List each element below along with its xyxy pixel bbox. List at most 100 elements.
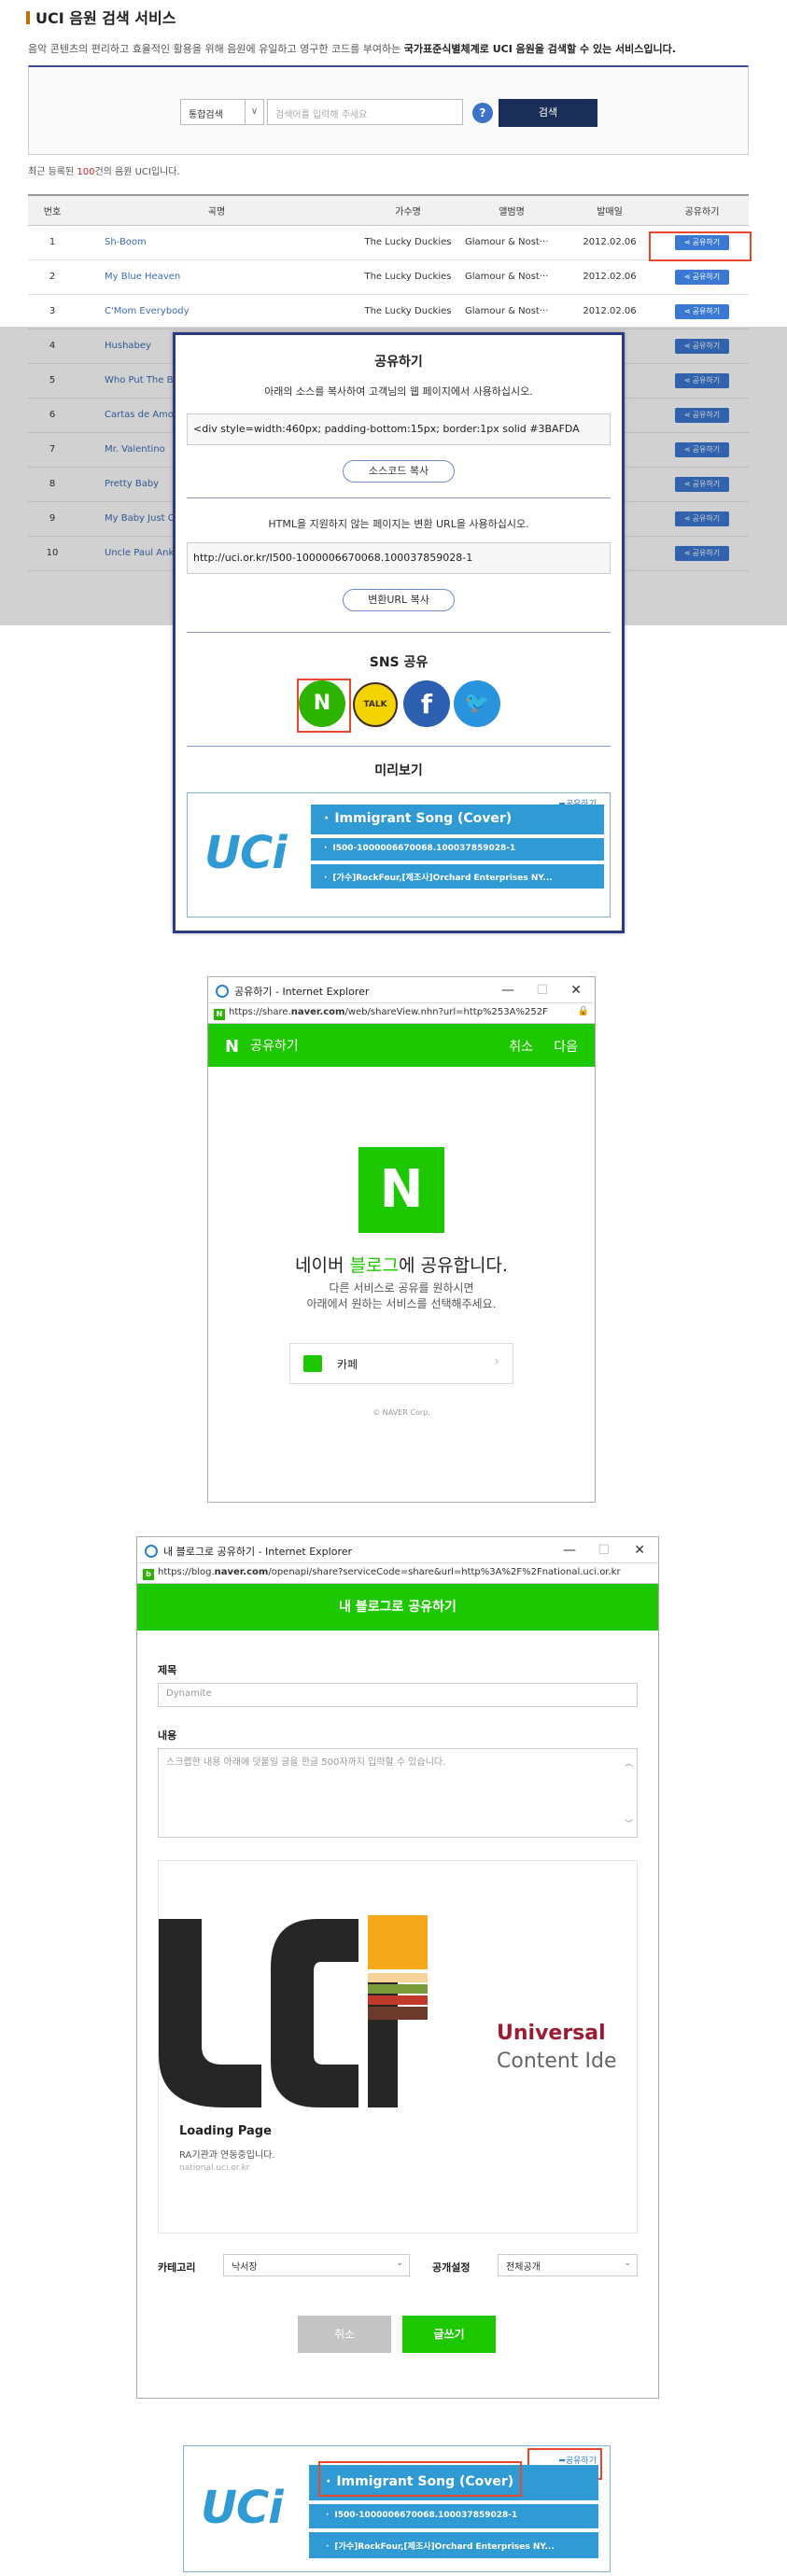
artist-name: The Lucky Duckies [357, 259, 459, 295]
share-popup: 공유하기 아래의 소스를 복사하여 고객님의 웹 페이지에서 사용하십시오. <… [173, 332, 625, 933]
release-date: 2012.02.06 [564, 225, 655, 260]
result-count: 최근 등록된 100건의 음원 UCI입니다. [28, 167, 180, 177]
share-button-highlight [649, 231, 752, 261]
window-titlebar: 공유하기 - Internet Explorer — ☐ ✕ [208, 977, 595, 1003]
artist-name: The Lucky Duckies [357, 294, 459, 329]
url-instruction: HTML을 지원하지 않는 페이지는 변환 URL을 사용하십시오. [268, 518, 529, 530]
search-type-select[interactable]: 통합검색 ∨ [180, 99, 264, 125]
minimize-icon[interactable]: — [501, 983, 514, 998]
copy-source-button[interactable]: 소스코드 복사 [343, 460, 455, 483]
sns-title: SNS 공유 [369, 655, 429, 670]
submit-post-button[interactable]: 글쓰기 [402, 2316, 496, 2353]
card-title: Loading Page [179, 2124, 272, 2138]
search-input[interactable]: 검색어를 입력해 주세요 [267, 99, 463, 125]
share-button[interactable]: ⋖ 공유하기 [675, 303, 729, 319]
maximize-icon[interactable]: ☐ [536, 983, 548, 998]
close-icon[interactable]: ✕ [634, 1543, 645, 1558]
table-row: 1 Sh-Boom The Lucky Duckies Glamour & Nost·… [28, 225, 749, 260]
help-button[interactable]: ? [472, 103, 493, 123]
column-header: 가수명 [357, 194, 459, 226]
copy-url-button[interactable]: 변환URL 복사 [343, 589, 455, 611]
converted-url-field[interactable]: http://uci.or.kr/I500-1000006670068.1000… [187, 542, 611, 574]
preview-widget-zoom: UCi ➦공유하기 · Immigrant Song (Cover) · I500-… [183, 2445, 611, 2572]
chevron-right-icon: › [494, 1354, 499, 1369]
maximize-icon[interactable]: ☐ [597, 1543, 610, 1558]
uci-logo: UCi [201, 2482, 284, 2534]
album-name: Glamour & Nost··· [459, 259, 564, 295]
chevron-down-icon: ⌄ [396, 2259, 403, 2268]
visibility-label: 공개설정 [432, 2261, 471, 2274]
preview-title: 미리보기 [374, 763, 423, 778]
category-select[interactable]: 낙서장 ⌄ [223, 2254, 410, 2276]
cancel-button[interactable]: 취소 [298, 2316, 391, 2353]
category-label: 카테고리 [158, 2261, 196, 2274]
copy-instruction: 아래의 소스를 복사하여 고객님의 웹 페이지에서 사용하십시오. [264, 385, 533, 398]
preview-song[interactable]: · Immigrant Song (Cover) [311, 805, 604, 834]
scroll-up-icon[interactable]: ︿ [625, 1757, 633, 1769]
cafe-label: 카페 [337, 1358, 358, 1371]
content-textarea[interactable]: 스크랩한 내용 아래에 덧붙일 글을 한글 500자까지 입력할 수 있습니다.… [158, 1748, 638, 1838]
minimize-icon[interactable]: — [563, 1543, 576, 1558]
popup-title: 공유하기 [374, 355, 423, 370]
preview-credits: · [가수]RockFour,[제조사]Orchard Enterprises N… [311, 864, 604, 889]
lock-icon: 🔒 [577, 1006, 589, 1016]
source-code-field[interactable]: <div style=width:460px; padding-bottom:1… [187, 413, 611, 445]
share-subtext-2: 아래에서 원하는 서비스를 선택해주세요. [306, 1297, 497, 1310]
uci-logo: UCi [204, 827, 288, 879]
preview-widget: UCi ➦공유하기 ·Immigrant Song (Cover) ·I500-… [187, 792, 611, 917]
share-icon: ⋖ [683, 306, 691, 315]
scrap-card: Universal Content Ide Loading Page RA기관과… [158, 1860, 638, 2233]
scroll-down-icon[interactable]: ﹀ [625, 1817, 633, 1829]
preview-code: · I500-1000006670068.100037859028-1 [309, 2504, 598, 2528]
uci-brand-image [159, 1915, 428, 2107]
share-label: 공유하기 [692, 272, 721, 281]
close-icon[interactable]: ✕ [570, 983, 582, 998]
preview-code: · I500-1000006670068.100037859028-1 [311, 838, 604, 861]
naver-blog-logo: N [358, 1147, 444, 1233]
column-header: 번호 [28, 194, 77, 226]
divider [187, 746, 611, 747]
twitter-share-icon[interactable]: 🐦 [454, 680, 500, 727]
artist-name: The Lucky Duckies [357, 225, 459, 260]
subject-label: 제목 [158, 1664, 177, 1676]
subject-field[interactable]: Dynamite [158, 1683, 638, 1707]
release-date: 2012.02.06 [564, 259, 655, 295]
song-title-link[interactable]: C'Mom Everybody [77, 294, 357, 329]
share-headline: 네이버 블로그에 공유합니다. [295, 1255, 508, 1276]
album-name: Glamour & Nost··· [459, 225, 564, 260]
share-subtext-1: 다른 서비스로 공유를 원하시면 [329, 1281, 474, 1295]
address-bar[interactable]: Nhttps://share.naver.com/web/shareView.n… [208, 1003, 595, 1024]
window-titlebar: 내 블로그로 공유하기 - Internet Explorer — ☐ ✕ [137, 1537, 658, 1563]
visibility-select[interactable]: 전체공개 ⌄ [498, 2254, 638, 2276]
song-title-link[interactable]: Sh-Boom [77, 225, 357, 260]
share-button[interactable]: ⋖ 공유하기 [675, 269, 729, 285]
divider [187, 632, 611, 633]
song-title-link[interactable]: My Blue Heaven [77, 259, 357, 295]
address-bar[interactable]: b https://blog.naver.com/openapi/share?se… [137, 1563, 658, 1584]
column-header: 곡명 [77, 194, 357, 226]
cafe-option[interactable]: 카페 › [289, 1343, 513, 1384]
brand-text-1: Universal [497, 2022, 606, 2045]
ie-icon [216, 985, 229, 998]
column-header: 앨범명 [459, 194, 564, 226]
content-label: 내용 [158, 1729, 177, 1742]
cafe-icon [303, 1355, 322, 1372]
blog-favicon: b [143, 1569, 154, 1580]
table-row: 3 C'Mom Everybody The Lucky Duckies Glamour… [28, 294, 749, 329]
naver-logo: N [225, 1037, 240, 1057]
share-cell: ⋖ 공유하기 [655, 294, 749, 329]
share-label: 공유하기 [692, 306, 721, 315]
copyright: © NAVER Corp. [372, 1408, 430, 1417]
kakaotalk-share-icon[interactable]: TALK [353, 682, 398, 727]
table-row: 2 My Blue Heaven The Lucky Duckies Glamour … [28, 259, 749, 295]
page-description: 음악 콘텐츠의 편리하고 효율적인 활용을 위해 음원에 유일하고 영구한 코드… [28, 43, 676, 55]
column-header: 공유하기 [655, 194, 749, 226]
next-link[interactable]: 다음 [554, 1037, 578, 1056]
facebook-share-icon[interactable]: f [403, 680, 450, 727]
chevron-down-icon: ∨ [245, 100, 263, 124]
search-button[interactable]: 검색 [499, 99, 597, 127]
chevron-down-icon: ⌄ [624, 2259, 631, 2268]
row-number: 2 [28, 259, 77, 295]
row-number: 3 [28, 294, 77, 329]
cancel-link[interactable]: 취소 [509, 1037, 533, 1056]
